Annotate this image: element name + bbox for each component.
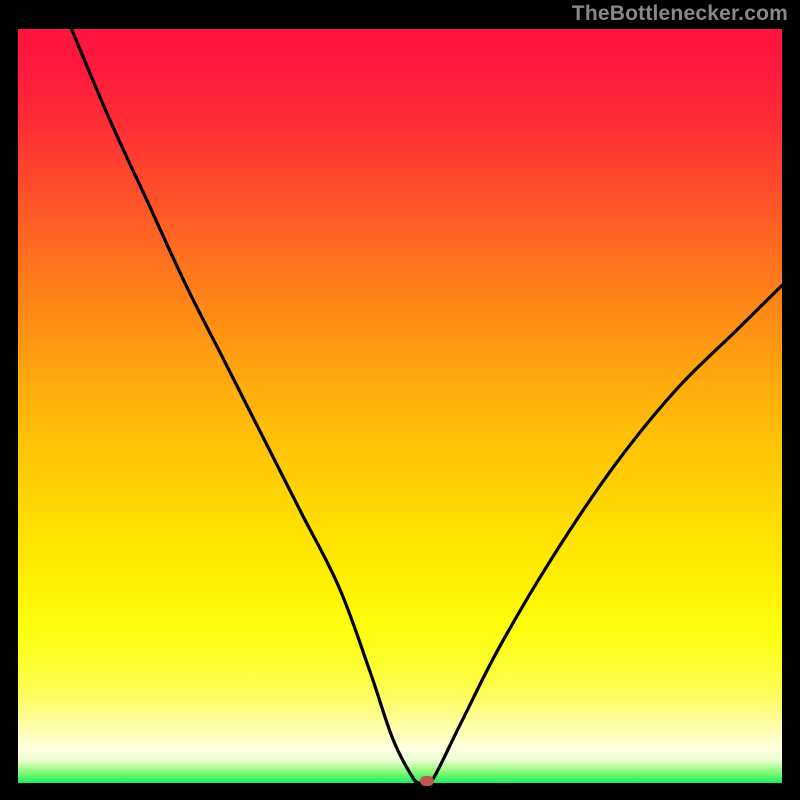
bottleneck-curve-path [72,29,783,783]
plot-area [18,29,782,783]
watermark-text: TheBottlenecker.com [572,2,788,26]
curve-svg [18,29,782,783]
chart-container: TheBottlenecker.com [0,0,800,800]
chart-marker [420,776,434,786]
